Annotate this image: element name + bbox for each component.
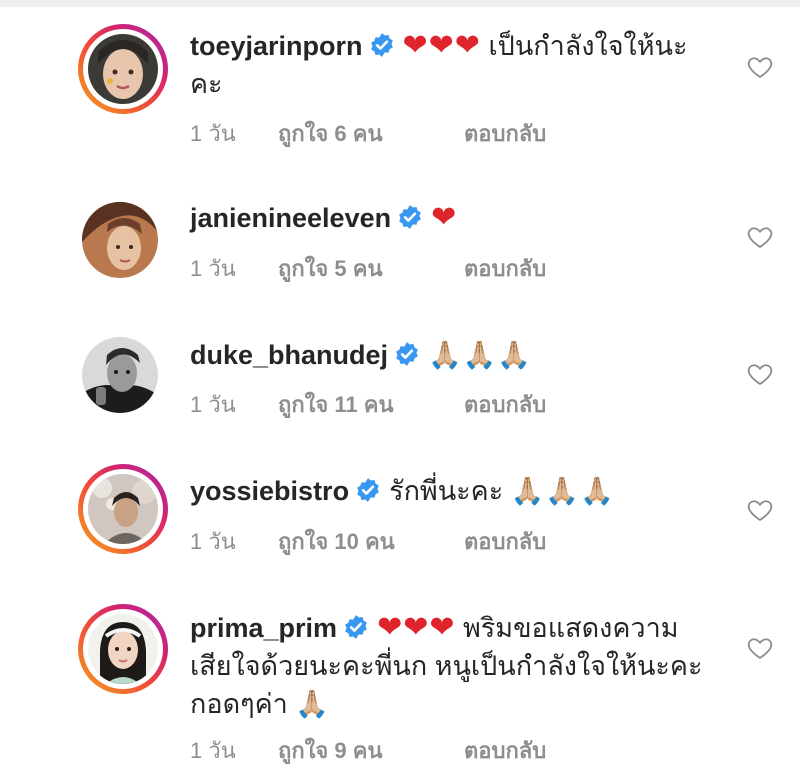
comment-meta: 1 วัน ถูกใจ 9 คน ตอบกลับ [190,733,546,768]
comment-text: yossiebistro รักพี่นะคะ 🙏🏼🙏🏼🙏🏼 [190,472,710,510]
comment-age: 1 วัน [190,256,236,281]
comment-meta: 1 วัน ถูกใจ 6 คน ตอบกลับ [190,116,546,151]
verified-badge-icon [396,342,418,366]
heart-outline-icon[interactable] [746,53,774,81]
heart-emoji: ❤ [431,201,458,234]
verified-badge-icon [399,205,421,229]
comment-age: 1 วัน [190,121,236,146]
heart-outline-icon[interactable] [746,223,774,251]
praying-hands-emoji: 🙏🏼🙏🏼🙏🏼 [428,340,532,370]
comment-age: 1 วัน [190,738,236,763]
comment-age: 1 วัน [190,529,236,554]
comment-text: duke_bhanudej 🙏🏼🙏🏼🙏🏼 [190,336,710,374]
comment-username[interactable]: yossiebistro [190,476,349,506]
reply-button[interactable]: ตอบกลับ [464,524,546,559]
reply-button[interactable]: ตอบกลับ [464,251,546,286]
like-count[interactable]: ถูกใจ 5 คน [278,251,464,286]
comment-text: janienineeleven ❤ [190,199,710,237]
verified-badge-icon [357,478,379,502]
comment-username[interactable]: janienineeleven [190,203,391,233]
comment-body: รักพี่นะคะ [389,476,511,506]
comment-username[interactable]: duke_bhanudej [190,340,388,370]
praying-hands-emoji: 🙏🏼🙏🏼🙏🏼 [510,476,615,506]
heart-emoji: ❤❤❤ [402,29,481,62]
avatar[interactable] [78,604,168,694]
avatar[interactable] [78,24,168,114]
comment-text: prima_prim ❤❤❤ พริมขอแสดงความเสียใจด้วยนะ… [190,609,710,723]
reply-button[interactable]: ตอบกลับ [464,387,546,422]
avatar[interactable] [78,333,168,423]
comment-username[interactable]: prima_prim [190,613,337,643]
verified-badge-icon [370,33,393,57]
like-count[interactable]: ถูกใจ 10 คน [278,524,464,559]
comment-meta: 1 วัน ถูกใจ 11 คน ตอบกลับ [190,387,546,422]
like-count[interactable]: ถูกใจ 9 คน [278,733,464,768]
heart-emoji: ❤❤❤ [377,611,456,644]
top-divider [0,0,800,7]
like-count[interactable]: ถูกใจ 11 คน [278,387,464,422]
like-count[interactable]: ถูกใจ 6 คน [278,116,464,151]
verified-badge-icon [345,615,367,639]
reply-button[interactable]: ตอบกลับ [464,733,546,768]
heart-outline-icon[interactable] [746,634,774,662]
comment-text: toeyjarinporn ❤❤❤ เป็นกำลังใจให้นะคะ [190,27,710,103]
praying-hands-emoji: 🙏🏼 [295,689,330,719]
comment-username[interactable]: toeyjarinporn [190,31,363,61]
avatar[interactable] [78,198,168,288]
heart-outline-icon[interactable] [746,360,774,388]
avatar[interactable] [78,464,168,554]
comment-age: 1 วัน [190,392,236,417]
reply-button[interactable]: ตอบกลับ [464,116,546,151]
comment-meta: 1 วัน ถูกใจ 10 คน ตอบกลับ [190,524,546,559]
heart-outline-icon[interactable] [746,496,774,524]
comment-meta: 1 วัน ถูกใจ 5 คน ตอบกลับ [190,251,546,286]
